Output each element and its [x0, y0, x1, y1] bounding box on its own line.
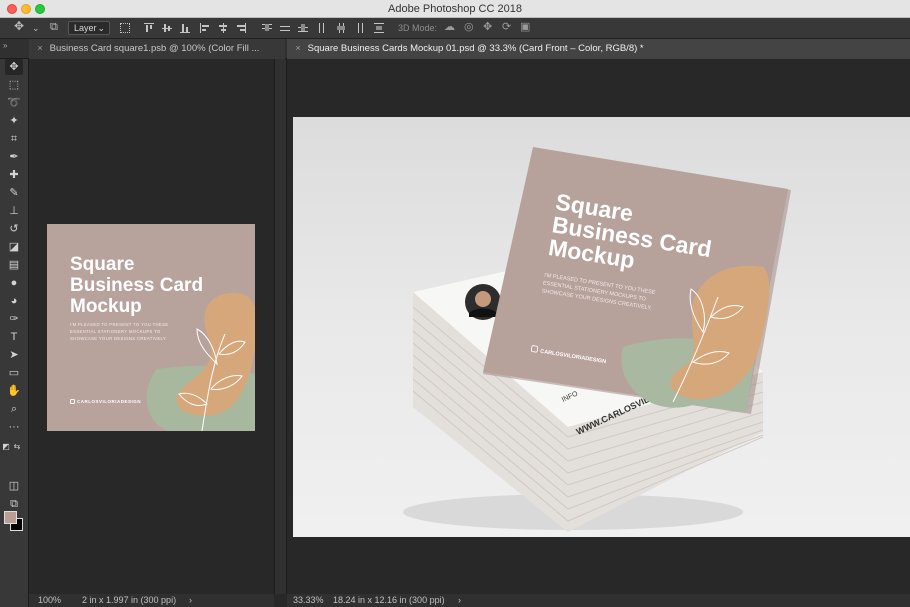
layers-stack-icon[interactable]: ⧉ — [50, 21, 58, 34]
marquee-tool-icon[interactable]: ⬚ — [5, 77, 23, 93]
3d-mode-label: 3D Mode: — [398, 23, 438, 33]
distribute-right-icon[interactable] — [354, 23, 364, 33]
slide-3d-icon[interactable]: ⟳ — [502, 21, 511, 34]
scale-3d-icon[interactable]: ▣ — [520, 21, 530, 34]
clone-stamp-tool-icon[interactable]: ⊥ — [5, 203, 23, 219]
transform-controls-icon[interactable] — [120, 23, 130, 33]
eyedropper-tool-icon[interactable]: ✒ — [5, 149, 23, 165]
align-left-icon[interactable] — [200, 23, 210, 33]
collapse-panel-icon[interactable]: » — [3, 39, 7, 52]
distribute-bottom-icon[interactable] — [298, 23, 308, 33]
gradient-tool-icon[interactable]: ▤ — [5, 257, 23, 273]
more-tools-icon[interactable]: ··· — [5, 419, 23, 435]
panel-divider-scrollbar[interactable] — [274, 59, 287, 594]
close-tab-icon[interactable]: × — [291, 39, 305, 59]
distribute-top-icon[interactable] — [262, 23, 272, 33]
default-colors-icon[interactable]: ◩ — [1, 439, 11, 455]
history-brush-tool-icon[interactable]: ↺ — [5, 221, 23, 237]
swap-colors-icon[interactable]: ⇆ — [12, 439, 22, 455]
align-top-icon[interactable] — [144, 23, 154, 33]
auto-align-icon[interactable] — [374, 23, 384, 33]
zoom-level[interactable]: 33.33% — [293, 594, 324, 607]
foreground-color-swatch[interactable] — [4, 511, 17, 524]
auto-select-dropdown[interactable]: Layer ⌄ — [68, 21, 110, 35]
tab-label: Business Card square1.psb @ 100% (Color … — [49, 43, 260, 54]
card-body-line3: SHOWCASE YOUR DESIGNS CREATIVELY. — [70, 336, 167, 341]
card-handle: CARLOSVILORIADESIGN — [70, 399, 142, 405]
screen-mode-icon[interactable]: ⧉ — [5, 496, 23, 512]
blur-tool-icon[interactable]: ● — [5, 275, 23, 291]
orbit-3d-icon[interactable]: ☁ — [444, 21, 455, 34]
card-title-line3: Mockup — [70, 296, 142, 317]
type-tool-icon[interactable]: T — [5, 329, 23, 345]
eraser-tool-icon[interactable]: ◪ — [5, 239, 23, 255]
app-title: Adobe Photoshop CC 2018 — [388, 3, 522, 15]
mockup-photo: WWW.CARLOSVILO INFO Square Business Card… — [293, 117, 910, 537]
card-stack-illustration: WWW.CARLOSVILO INFO Square Business Card… — [403, 147, 791, 532]
dodge-tool-icon[interactable]: ◕ — [5, 293, 23, 309]
tool-preset-chevron-icon[interactable]: ⌄ — [32, 22, 40, 35]
status-bar-doc2: 33.33% 18.24 in x 12.16 in (300 ppi) › — [287, 594, 910, 607]
document-size: 18.24 in x 12.16 in (300 ppi) — [333, 595, 445, 605]
quick-mask-icon[interactable]: ◫ — [5, 478, 23, 494]
card-title-line2: Business Card — [70, 275, 204, 296]
move-icon[interactable]: ✥ — [14, 20, 24, 33]
status-bar-doc1: 100% 2 in x 1.997 in (300 ppi) › — [29, 594, 274, 607]
align-right-icon[interactable] — [236, 23, 246, 33]
distribute-horizontal-center-icon[interactable] — [336, 23, 346, 33]
move-tool-icon[interactable]: ✥ — [5, 59, 23, 75]
path-selection-tool-icon[interactable]: ➤ — [5, 347, 23, 363]
tab-label: Square Business Cards Mockup 01.psd @ 33… — [307, 43, 644, 54]
document-size: 2 in x 1.997 in (300 ppi) — [82, 595, 177, 605]
rectangle-tool-icon[interactable]: ▭ — [5, 365, 23, 381]
status-menu-chevron-icon[interactable]: › — [458, 594, 461, 607]
close-tab-icon[interactable]: × — [33, 39, 47, 59]
lasso-tool-icon[interactable]: ➰ — [5, 95, 23, 111]
crop-tool-icon[interactable]: ⌗ — [5, 131, 23, 147]
zoom-tool-icon[interactable]: ⌕ — [5, 401, 23, 417]
pen-tool-icon[interactable]: ✑ — [5, 311, 23, 327]
status-menu-chevron-icon[interactable]: › — [189, 594, 192, 607]
align-horizontal-center-icon[interactable] — [218, 23, 228, 33]
magic-wand-tool-icon[interactable]: ✦ — [5, 113, 23, 129]
zoom-level[interactable]: 100% — [38, 594, 61, 607]
card-body-line1: I'M PLEASED TO PRESENT TO YOU THESE — [70, 322, 169, 327]
pan-3d-icon[interactable]: ✥ — [483, 21, 492, 34]
instagram-icon — [70, 399, 75, 405]
align-bottom-icon[interactable] — [180, 23, 190, 33]
distribute-vertical-center-icon[interactable] — [280, 23, 290, 33]
hand-tool-icon[interactable]: ✋ — [5, 383, 23, 399]
brush-tool-icon[interactable]: ✎ — [5, 185, 23, 201]
auto-select-value: Layer — [74, 23, 97, 33]
card-body-line2: ESSENTIAL STATIONERY MOCKUPS TO — [70, 329, 161, 334]
align-vertical-center-icon[interactable] — [162, 23, 172, 33]
business-card-front[interactable]: Square Business Card Mockup I'M PLEASED … — [47, 224, 255, 431]
healing-brush-tool-icon[interactable]: ✚ — [5, 167, 23, 183]
distribute-left-icon[interactable] — [318, 23, 328, 33]
document-tab-strip: » × Business Card square1.psb @ 100% (Co… — [0, 39, 910, 59]
card-handle-text: CARLOSVILORIADESIGN — [77, 399, 142, 404]
title-bar: Adobe Photoshop CC 2018 — [0, 0, 910, 18]
roll-3d-icon[interactable]: ◎ — [464, 21, 474, 34]
tools-panel: ✥ ⬚ ➰ ✦ ⌗ ✒ ✚ ✎ ⊥ ↺ ◪ ▤ ● ◕ ✑ T ➤ ▭ ✋ ⌕ ··· ◩ ⇆ ◫ ⧉ — [0, 59, 29, 607]
options-bar: ✥ ⌄ ⧉ Layer ⌄ 3D Mode: ☁ ◎ ✥ ⟳ ▣ — [0, 18, 910, 39]
tab-business-card-square1[interactable]: × Business Card square1.psb @ 100% (Colo… — [29, 39, 285, 59]
tab-square-business-cards-mockup[interactable]: × Square Business Cards Mockup 01.psd @ … — [287, 39, 910, 59]
card-title-line1: Square — [70, 254, 135, 275]
chevron-down-icon: ⌄ — [97, 23, 105, 33]
